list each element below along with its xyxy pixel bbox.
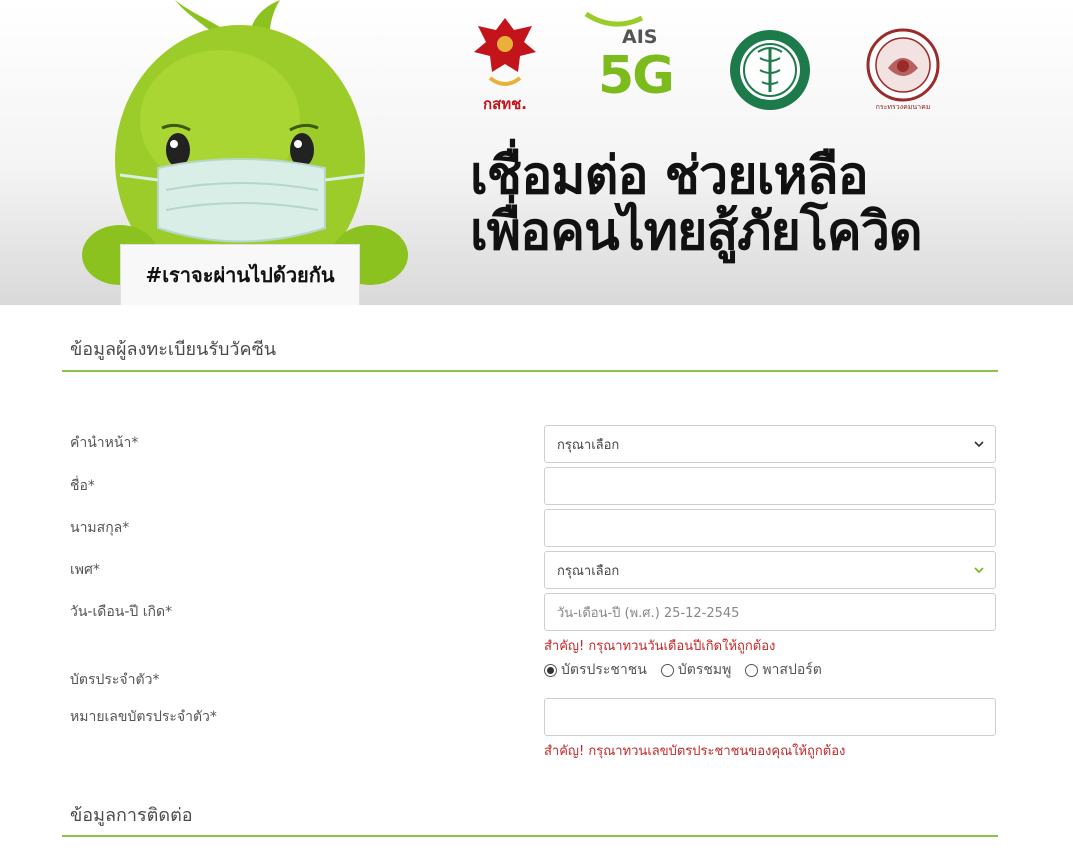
ais-5g-logo: AIS 5G — [580, 10, 680, 114]
radio-unchecked-icon[interactable] — [745, 663, 759, 677]
last-name-label: นามสกุล* — [70, 520, 130, 536]
hero-banner: #เราจะผ่านไปด้วยกัน กสทช. AIS 5G กระทรวง… — [0, 0, 1073, 305]
hashtag-text: #เราจะผ่านไปด้วยกัน — [145, 263, 335, 287]
ais-brand-text: AIS — [622, 26, 658, 48]
headline-line-2: เพื่อคนไทยสู้ภัยโควิด — [470, 202, 923, 262]
section-divider — [62, 835, 998, 837]
dob-label: วัน-เดือน-ปี เกิด* — [70, 604, 173, 620]
id-number-error-text: สำคัญ! กรุณาทวนเลขบัตรประชาชนของคุณให้ถู… — [544, 744, 846, 759]
moph-logo — [728, 28, 812, 112]
id-type-label: บัตรประจำตัว* — [70, 672, 160, 688]
banner-headline: เชื่อมต่อ ช่วยเหลือ เพื่อคนไทยสู้ภัยโควิ… — [470, 148, 1070, 260]
radio-passport-label: พาสปอร์ต — [762, 662, 822, 678]
first-name-label: ชื่อ* — [70, 478, 95, 494]
id-number-label: หมายเลขบัตรประจำตัว* — [70, 709, 217, 725]
dob-placeholder: วัน-เดือน-ปี (พ.ศ.) 25-12-2545 — [557, 605, 740, 621]
radio-checked-icon[interactable] — [544, 663, 557, 677]
gender-select[interactable]: กรุณาเลือก — [544, 551, 996, 589]
id-number-input[interactable] — [544, 698, 996, 736]
chevron-down-icon — [974, 567, 984, 574]
ais-5g-text: 5G — [598, 46, 675, 106]
contact-section-title: ข้อมูลการติดต่อ — [70, 805, 193, 826]
title-select[interactable]: กรุณาเลือก — [544, 425, 996, 463]
radio-unchecked-icon[interactable] — [660, 663, 674, 677]
first-name-input[interactable] — [544, 467, 996, 505]
last-name-input[interactable] — [544, 509, 996, 547]
title-select-value: กรุณาเลือก — [557, 437, 620, 453]
registrant-section-title: ข้อมูลผู้ลงทะเบียนรับวัคซีน — [70, 339, 277, 360]
title-label: คำนำหน้า* — [70, 435, 139, 451]
mict-seal-icon — [866, 28, 940, 102]
mict-label: กระทรวงคมนาคม — [875, 103, 931, 111]
hashtag-card: #เราจะผ่านไปด้วยกัน — [120, 244, 360, 305]
nbtc-logo: กสทช. — [470, 12, 540, 116]
radio-pink-card-label: บัตรชมพู — [677, 662, 732, 678]
gender-label: เพศ* — [70, 562, 100, 578]
radio-pink-card[interactable]: บัตรชมพู — [660, 659, 732, 681]
section-divider — [62, 370, 998, 372]
id-type-radio-group: บัตรประชาชน บัตรชมพู พาสปอร์ต — [544, 659, 822, 681]
nbtc-label: กสทช. — [482, 95, 527, 113]
radio-national-id[interactable]: บัตรประชาชน — [544, 659, 647, 681]
garuda-emblem-icon — [474, 18, 536, 86]
dob-input[interactable]: วัน-เดือน-ปี (พ.ศ.) 25-12-2545 — [544, 593, 996, 631]
moph-seal-icon — [730, 30, 810, 110]
gender-select-value: กรุณาเลือก — [557, 563, 620, 579]
dob-error-text: สำคัญ! กรุณาทวนวันเดือนปีเกิดให้ถูกต้อง — [544, 639, 776, 654]
headline-line-1: เชื่อมต่อ ช่วยเหลือ — [470, 146, 869, 206]
radio-passport[interactable]: พาสปอร์ต — [745, 659, 822, 681]
mict-logo: กระทรวงคมนาคม — [866, 28, 940, 116]
radio-national-id-label: บัตรประชาชน — [561, 662, 647, 678]
chevron-down-icon — [974, 441, 984, 448]
